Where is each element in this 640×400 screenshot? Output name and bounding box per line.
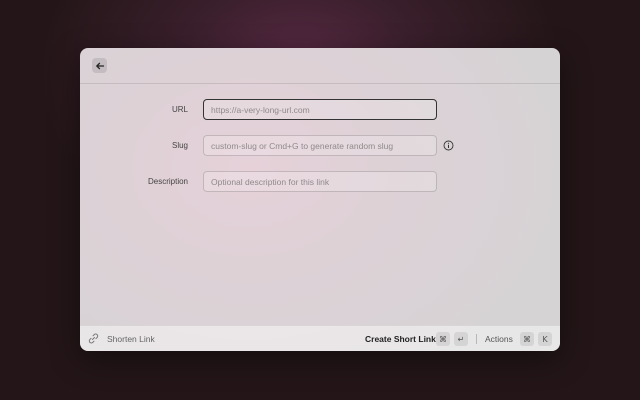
actions-k-key-hint: K xyxy=(538,332,552,346)
description-row: Description xyxy=(80,171,560,192)
slug-row: Slug xyxy=(80,135,560,156)
url-input[interactable] xyxy=(203,99,437,120)
url-row: URL xyxy=(80,99,560,120)
footer-divider xyxy=(476,334,477,344)
actions-button[interactable]: Actions xyxy=(485,326,513,351)
actions-cmd-key-hint: ⌘ xyxy=(520,332,534,346)
command-title: Shorten Link xyxy=(107,334,155,344)
shorten-link-window: URL Slug Description Shorten Link Create… xyxy=(80,48,560,351)
cmd-key-hint: ⌘ xyxy=(436,332,450,346)
enter-key-hint: ↵ xyxy=(454,332,468,346)
info-circle-icon[interactable] xyxy=(443,140,454,151)
url-label: URL xyxy=(171,105,188,114)
top-bar xyxy=(80,48,560,84)
slug-label: Slug xyxy=(171,141,188,150)
description-input[interactable] xyxy=(203,171,437,192)
description-label: Description xyxy=(147,177,188,186)
action-bar: Shorten Link Create Short Link ⌘ ↵ Actio… xyxy=(80,325,560,351)
link-icon xyxy=(88,333,99,344)
arrow-left-icon xyxy=(95,62,104,69)
slug-input[interactable] xyxy=(203,135,437,156)
create-short-link-button[interactable]: Create Short Link xyxy=(365,326,436,351)
back-button[interactable] xyxy=(92,58,107,73)
